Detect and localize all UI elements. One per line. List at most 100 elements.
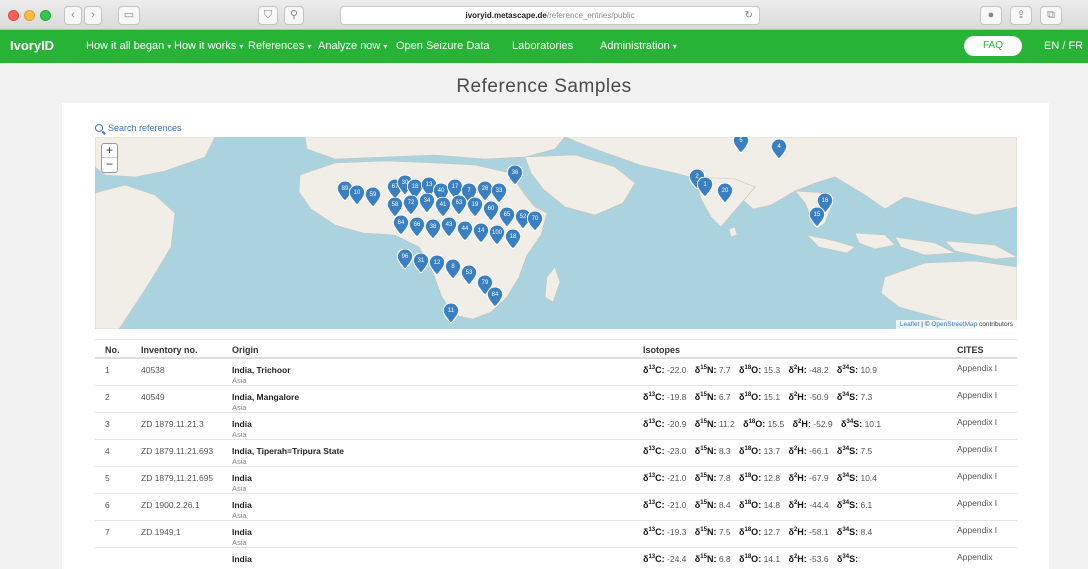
table-row[interactable]: 4 ZD 1879.11.21.693 India, Tiperah=Tripura…	[95, 440, 1017, 467]
osm-link[interactable]: OpenStreetMap	[931, 321, 977, 328]
map-marker-label: 60	[488, 206, 495, 212]
isotope-h: δ2H: -48.2	[788, 365, 829, 375]
extension-button[interactable]: ●	[980, 6, 1002, 25]
map-marker[interactable]: 96	[397, 249, 413, 269]
column-header-no[interactable]: No.	[105, 345, 120, 355]
isotope-h: δ2H: -44.4	[788, 500, 829, 510]
isotope-s: δ34S:	[836, 554, 859, 564]
map-marker-label: 79	[482, 280, 489, 286]
isotope-h: δ2H: -67.9	[788, 473, 829, 483]
map-marker-label: 18	[412, 184, 419, 190]
search-references-link[interactable]: Search references	[95, 123, 182, 133]
nav-laboratories[interactable]: Laboratories	[512, 40, 573, 52]
isotope-h: δ2H: -50.9	[788, 392, 829, 402]
column-header-inventory[interactable]: Inventory no.	[141, 345, 231, 355]
column-header-cites[interactable]: CITES	[957, 345, 984, 356]
chevron-down-icon: ▾	[383, 42, 388, 51]
isotope-n: δ15N: 11.2	[694, 419, 735, 429]
isotopes-cell: δ13C: -21.0 δ15N: 8.4 δ18O: 14.8 δ2H: -4…	[643, 498, 943, 511]
sidebar-toggle-button[interactable]: ▭	[118, 6, 140, 25]
isotope-o: δ18O: 12.7	[739, 527, 781, 537]
zoom-window-button[interactable]	[40, 10, 51, 21]
share-button[interactable]: ⇪	[1010, 6, 1032, 25]
private-tab-button[interactable]: ⛉	[258, 6, 278, 25]
map-marker-label: 10	[354, 190, 361, 196]
close-window-button[interactable]	[8, 10, 19, 21]
table-row[interactable]: 6 ZD 1900.2.26.1 India Asia δ13C: -21.0 δ15N…	[95, 494, 1017, 521]
reload-icon[interactable]: ↻	[745, 7, 753, 24]
zoom-in-button[interactable]: +	[102, 144, 117, 158]
inventory-number: 40538	[141, 365, 165, 375]
origin-cell: India, Mangalore Asia	[232, 392, 299, 412]
isotope-o: δ18O: 12.8	[739, 473, 781, 483]
language-switch[interactable]: EN / FR	[1044, 40, 1083, 52]
cites-cell: Appendix I	[957, 498, 998, 508]
isotope-h: δ2H: -53.6	[788, 554, 829, 564]
table-row[interactable]: 3 ZD 1879.11.21.3 India Asia δ13C: -20.9 δ15…	[95, 413, 1017, 440]
table-row[interactable]: 7 ZD 1949,1 India Asia δ13C: -19.3 δ15N: 7.5…	[95, 521, 1017, 548]
cites-cell: Appendix I	[957, 390, 998, 400]
tabs-button[interactable]: ⧉	[1040, 6, 1062, 25]
isotope-s: δ34S: 6.1	[836, 500, 873, 510]
isotope-o: δ18O: 15.5	[743, 419, 785, 429]
brand-logo[interactable]: IvoryID	[10, 38, 54, 53]
isotope-s: δ34S: 10.9	[836, 365, 878, 375]
inventory-number: 40549	[141, 392, 165, 402]
map-marker-label: 53	[466, 270, 473, 276]
address-bar[interactable]: ivoryid.metascape.de/reference_entries/p…	[340, 6, 760, 25]
table-row[interactable]: 1 40538 India, Trichoor Asia δ13C: -22.0 δ15…	[95, 359, 1017, 386]
tabs-icon: ⧉	[1047, 9, 1055, 21]
isotope-o: δ18O: 14.1	[739, 554, 781, 564]
nav-references[interactable]: References ▾	[248, 40, 311, 52]
cites-cell: Appendix	[957, 552, 993, 562]
map-marker-label: 19	[472, 202, 479, 208]
chevron-right-icon: ›	[91, 9, 95, 21]
nav-how-it-all-began[interactable]: How it all began ▾	[86, 40, 171, 52]
content-panel: Search references 5 4 2 1 20 16 15 36 89…	[62, 103, 1049, 569]
shield-icon: ⛉	[263, 9, 273, 21]
isotope-c: δ13C: -23.0	[643, 446, 687, 456]
url-host: ivoryid.metascape.de	[465, 11, 547, 20]
isotope-n: δ15N: 7.5	[694, 527, 731, 537]
inventory-number: ZD 1879.11.21.695	[141, 473, 214, 483]
nav-open-seizure-data[interactable]: Open Seizure Data	[396, 40, 490, 52]
chevron-down-icon: ▾	[167, 42, 172, 51]
table-row[interactable]: India δ13C: -24.4 δ15N: 6.8 δ18O: 14.1 δ2…	[95, 548, 1017, 569]
isotopes-cell: δ13C: -21.0 δ15N: 7.8 δ18O: 12.8 δ2H: -6…	[643, 471, 943, 484]
circle-icon: ●	[987, 9, 995, 21]
forward-button[interactable]: ›	[84, 6, 102, 25]
column-header-isotopes[interactable]: Isotopes	[643, 345, 943, 356]
column-header-origin[interactable]: Origin	[232, 345, 259, 355]
map-marker-label: 18	[510, 234, 517, 240]
faq-button[interactable]: FAQ	[964, 36, 1022, 56]
table-row[interactable]: 5 ZD 1879.11.21.695 India Asia δ13C: -21.0 δ…	[95, 467, 1017, 494]
map-marker-label: 20	[722, 188, 729, 194]
inventory-number: ZD 1879.11.21.3	[141, 419, 204, 429]
origin-place: India, Trichoor	[232, 365, 291, 375]
back-button[interactable]: ‹	[64, 6, 82, 25]
leaflet-link[interactable]: Leaflet	[900, 321, 920, 328]
zoom-out-button[interactable]: −	[102, 158, 117, 172]
nav-administration[interactable]: Administration ▾	[600, 40, 677, 52]
row-number: 1	[105, 365, 110, 375]
chevron-down-icon: ▾	[239, 42, 244, 51]
origin-place: India	[232, 527, 252, 537]
inventory-number: ZD 1879.11.21.693	[141, 446, 214, 456]
reference-map[interactable]: 5 4 2 1 20 16 15 36 89 10 59 67 30 18 13 40 17 7 26 33 58 72 3…	[95, 137, 1017, 329]
search-icon	[95, 124, 103, 132]
table-body: 1 40538 India, Trichoor Asia δ13C: -22.0 δ15…	[95, 359, 1017, 569]
origin-region: Asia	[232, 511, 247, 520]
isotope-c: δ13C: -19.8	[643, 392, 687, 402]
map-marker[interactable]: 11	[443, 303, 459, 323]
nav-analyze-now[interactable]: Analyze now ▾	[318, 40, 387, 52]
map-marker[interactable]: 31	[413, 253, 429, 273]
nav-how-it-works[interactable]: How it works ▾	[174, 40, 243, 52]
map-marker-label: 17	[452, 184, 459, 190]
inventory-number: ZD 1949,1	[141, 527, 181, 537]
isotope-o: δ18O: 15.3	[739, 365, 781, 375]
pin-button[interactable]: ⚲	[284, 6, 304, 25]
isotope-o: δ18O: 13.7	[739, 446, 781, 456]
minimize-window-button[interactable]	[24, 10, 35, 21]
table-row[interactable]: 2 40549 India, Mangalore Asia δ13C: -19.8 δ1…	[95, 386, 1017, 413]
isotopes-cell: δ13C: -20.9 δ15N: 11.2 δ18O: 15.5 δ2H: -…	[643, 417, 943, 430]
